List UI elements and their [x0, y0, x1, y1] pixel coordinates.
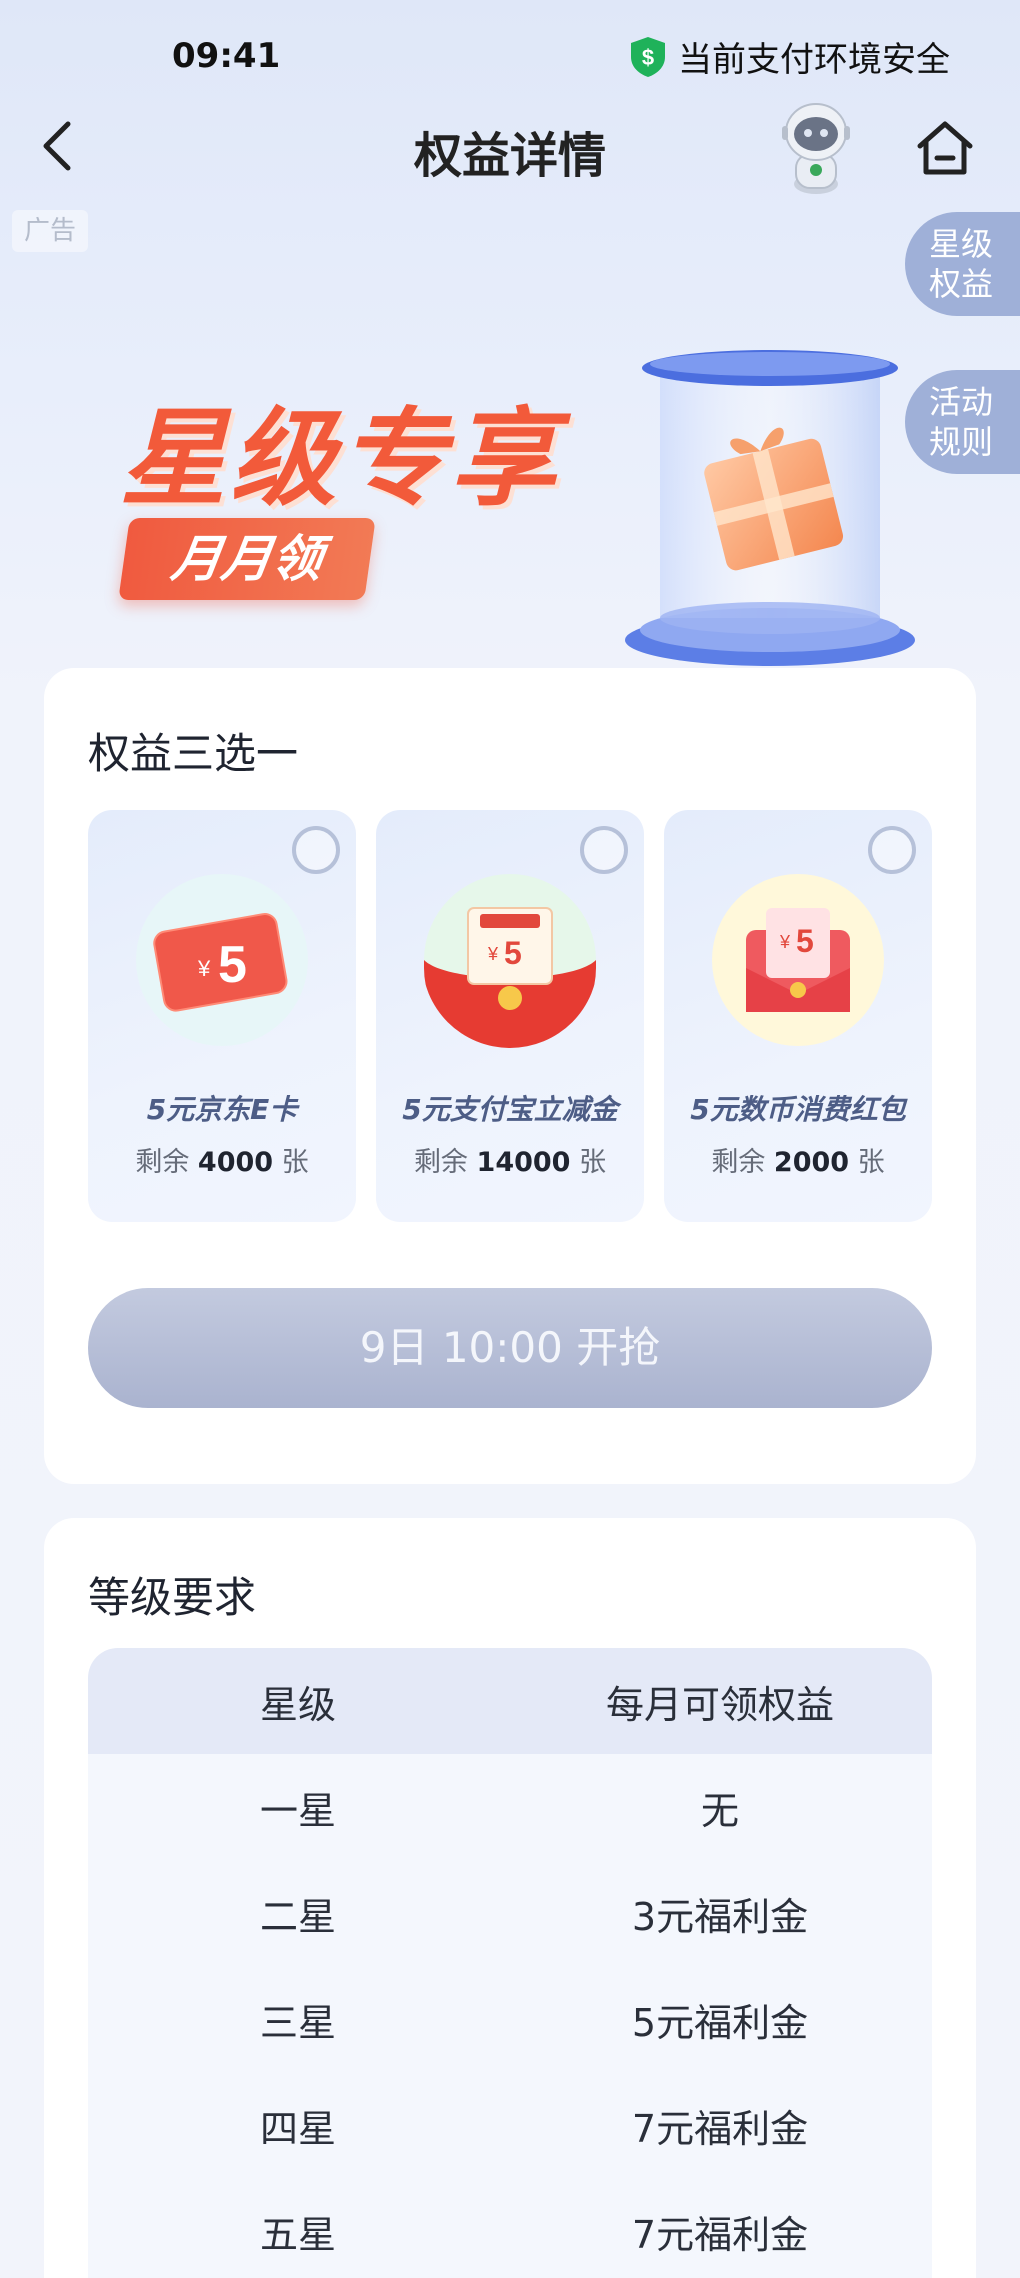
cell-benefit: 3元福利金: [631, 1894, 809, 1939]
section-title: 等级要求: [88, 1573, 257, 1622]
price-value: 5: [218, 936, 247, 994]
page-title: 权益详情: [413, 128, 606, 184]
table-row: 一星 无: [88, 1754, 932, 1860]
remain-unit: 张: [281, 1147, 309, 1178]
cell-star: 四星: [259, 2106, 336, 2151]
radio-button[interactable]: [292, 826, 340, 874]
remain-unit: 张: [857, 1147, 885, 1178]
benefit-name: 5元京东E卡: [146, 1093, 298, 1126]
radio-button[interactable]: [580, 826, 628, 874]
alipay-envelope-icon: ¥ 5: [424, 874, 596, 1048]
benefit-option-red-envelope[interactable]: ¥ 5 5元数币消费红包 剩余 2000 张: [664, 810, 932, 1222]
robot-assistant-icon[interactable]: [770, 98, 862, 196]
safety-text: 当前支付环境安全: [678, 40, 950, 80]
side-tab-star-benefits[interactable]: 星级 权益: [905, 212, 1020, 316]
cell-benefit: 5元福利金: [631, 2000, 809, 2045]
cell-star: 五星: [259, 2212, 336, 2257]
side-tab-label-line1: 活动: [929, 383, 994, 421]
header-star-level: 星级: [259, 1682, 336, 1727]
side-tab-label-line2: 权益: [929, 265, 994, 303]
benefit-remaining: 剩余 4000 张: [88, 1140, 356, 1179]
table-body: 一星 无 二星 3元福利金 三星 5元福利金 四星 7元福利金 五星 7元福利金: [88, 1754, 932, 2278]
price-value: 5: [504, 935, 522, 971]
cell-star: 三星: [259, 2000, 336, 2045]
banner-title: 星级专享: [120, 397, 560, 520]
table-row: 五星 7元福利金: [88, 2178, 932, 2278]
remain-prefix: 剩余: [711, 1147, 766, 1178]
gift-jar-illustration: [625, 350, 915, 666]
side-tab-label-line2: 规则: [929, 423, 994, 461]
section-title: 权益三选一: [88, 729, 299, 778]
banner-pill: 月月领: [118, 518, 376, 600]
benefit-remaining: 剩余 14000 张: [376, 1140, 644, 1179]
ad-tag: 广告: [12, 210, 88, 252]
cell-benefit: 7元福利金: [631, 2106, 809, 2151]
cell-benefit: 7元福利金: [631, 2212, 809, 2257]
remain-count: 2000: [773, 1147, 850, 1178]
payment-safety-indicator: $ 当前支付环境安全: [628, 32, 950, 81]
radio-button[interactable]: [868, 826, 916, 874]
remain-prefix: 剩余: [135, 1147, 190, 1178]
status-bar: 09:41 $ 当前支付环境安全: [0, 0, 1020, 120]
status-time: 09:41: [172, 36, 281, 76]
currency-symbol: ¥: [487, 944, 499, 964]
table-header: 星级 每月可领权益: [88, 1648, 932, 1754]
table-row: 二星 3元福利金: [88, 1860, 932, 1966]
jd-card-icon: ¥ 5: [136, 874, 308, 1046]
table-row: 四星 7元福利金: [88, 2072, 932, 2178]
benefit-name: 5元数币消费红包: [690, 1093, 906, 1126]
benefit-name: 5元支付宝立减金: [402, 1093, 618, 1126]
benefit-remaining: 剩余 2000 张: [664, 1140, 932, 1179]
currency-symbol: ¥: [779, 932, 791, 952]
red-envelope-icon: ¥ 5: [712, 874, 884, 1046]
remain-unit: 张: [579, 1147, 607, 1178]
shield-icon: $: [631, 36, 665, 77]
header-monthly-benefit: 每月可领权益: [605, 1682, 834, 1727]
home-icon[interactable]: [914, 118, 976, 178]
benefit-option-jd-card[interactable]: ¥ 5 5元京东E卡 剩余 4000 张: [88, 810, 356, 1222]
cell-star: 二星: [259, 1894, 336, 1939]
level-table: 星级 每月可领权益 一星 无 二星 3元福利金 三星 5元福利金 四星 7元福利…: [88, 1648, 932, 2278]
remain-prefix: 剩余: [413, 1147, 468, 1178]
side-tab-label-line1: 星级: [929, 225, 994, 263]
benefit-choice-card: 权益三选一 ¥ 5 5元京东E卡 剩余 4000 张 ¥ 5 5元支付宝立减金 …: [44, 668, 976, 1484]
remain-count: 4000: [197, 1147, 274, 1178]
svg-text:$: $: [642, 45, 654, 70]
cell-benefit: 无: [700, 1788, 739, 1833]
level-requirement-card: 等级要求 星级 每月可领权益 一星 无 二星 3元福利金 三星 5元福利金 四星…: [44, 1518, 976, 2278]
price-value: 5: [796, 923, 814, 959]
cell-star: 一星: [259, 1788, 336, 1833]
grab-button[interactable]: 9日 10:00 开抢: [88, 1288, 932, 1408]
table-row: 三星 5元福利金: [88, 1966, 932, 2072]
side-tab-activity-rules[interactable]: 活动 规则: [905, 370, 1020, 474]
currency-symbol: ¥: [197, 956, 211, 981]
benefit-option-alipay[interactable]: ¥ 5 5元支付宝立减金 剩余 14000 张: [376, 810, 644, 1222]
remain-count: 14000: [476, 1147, 571, 1178]
